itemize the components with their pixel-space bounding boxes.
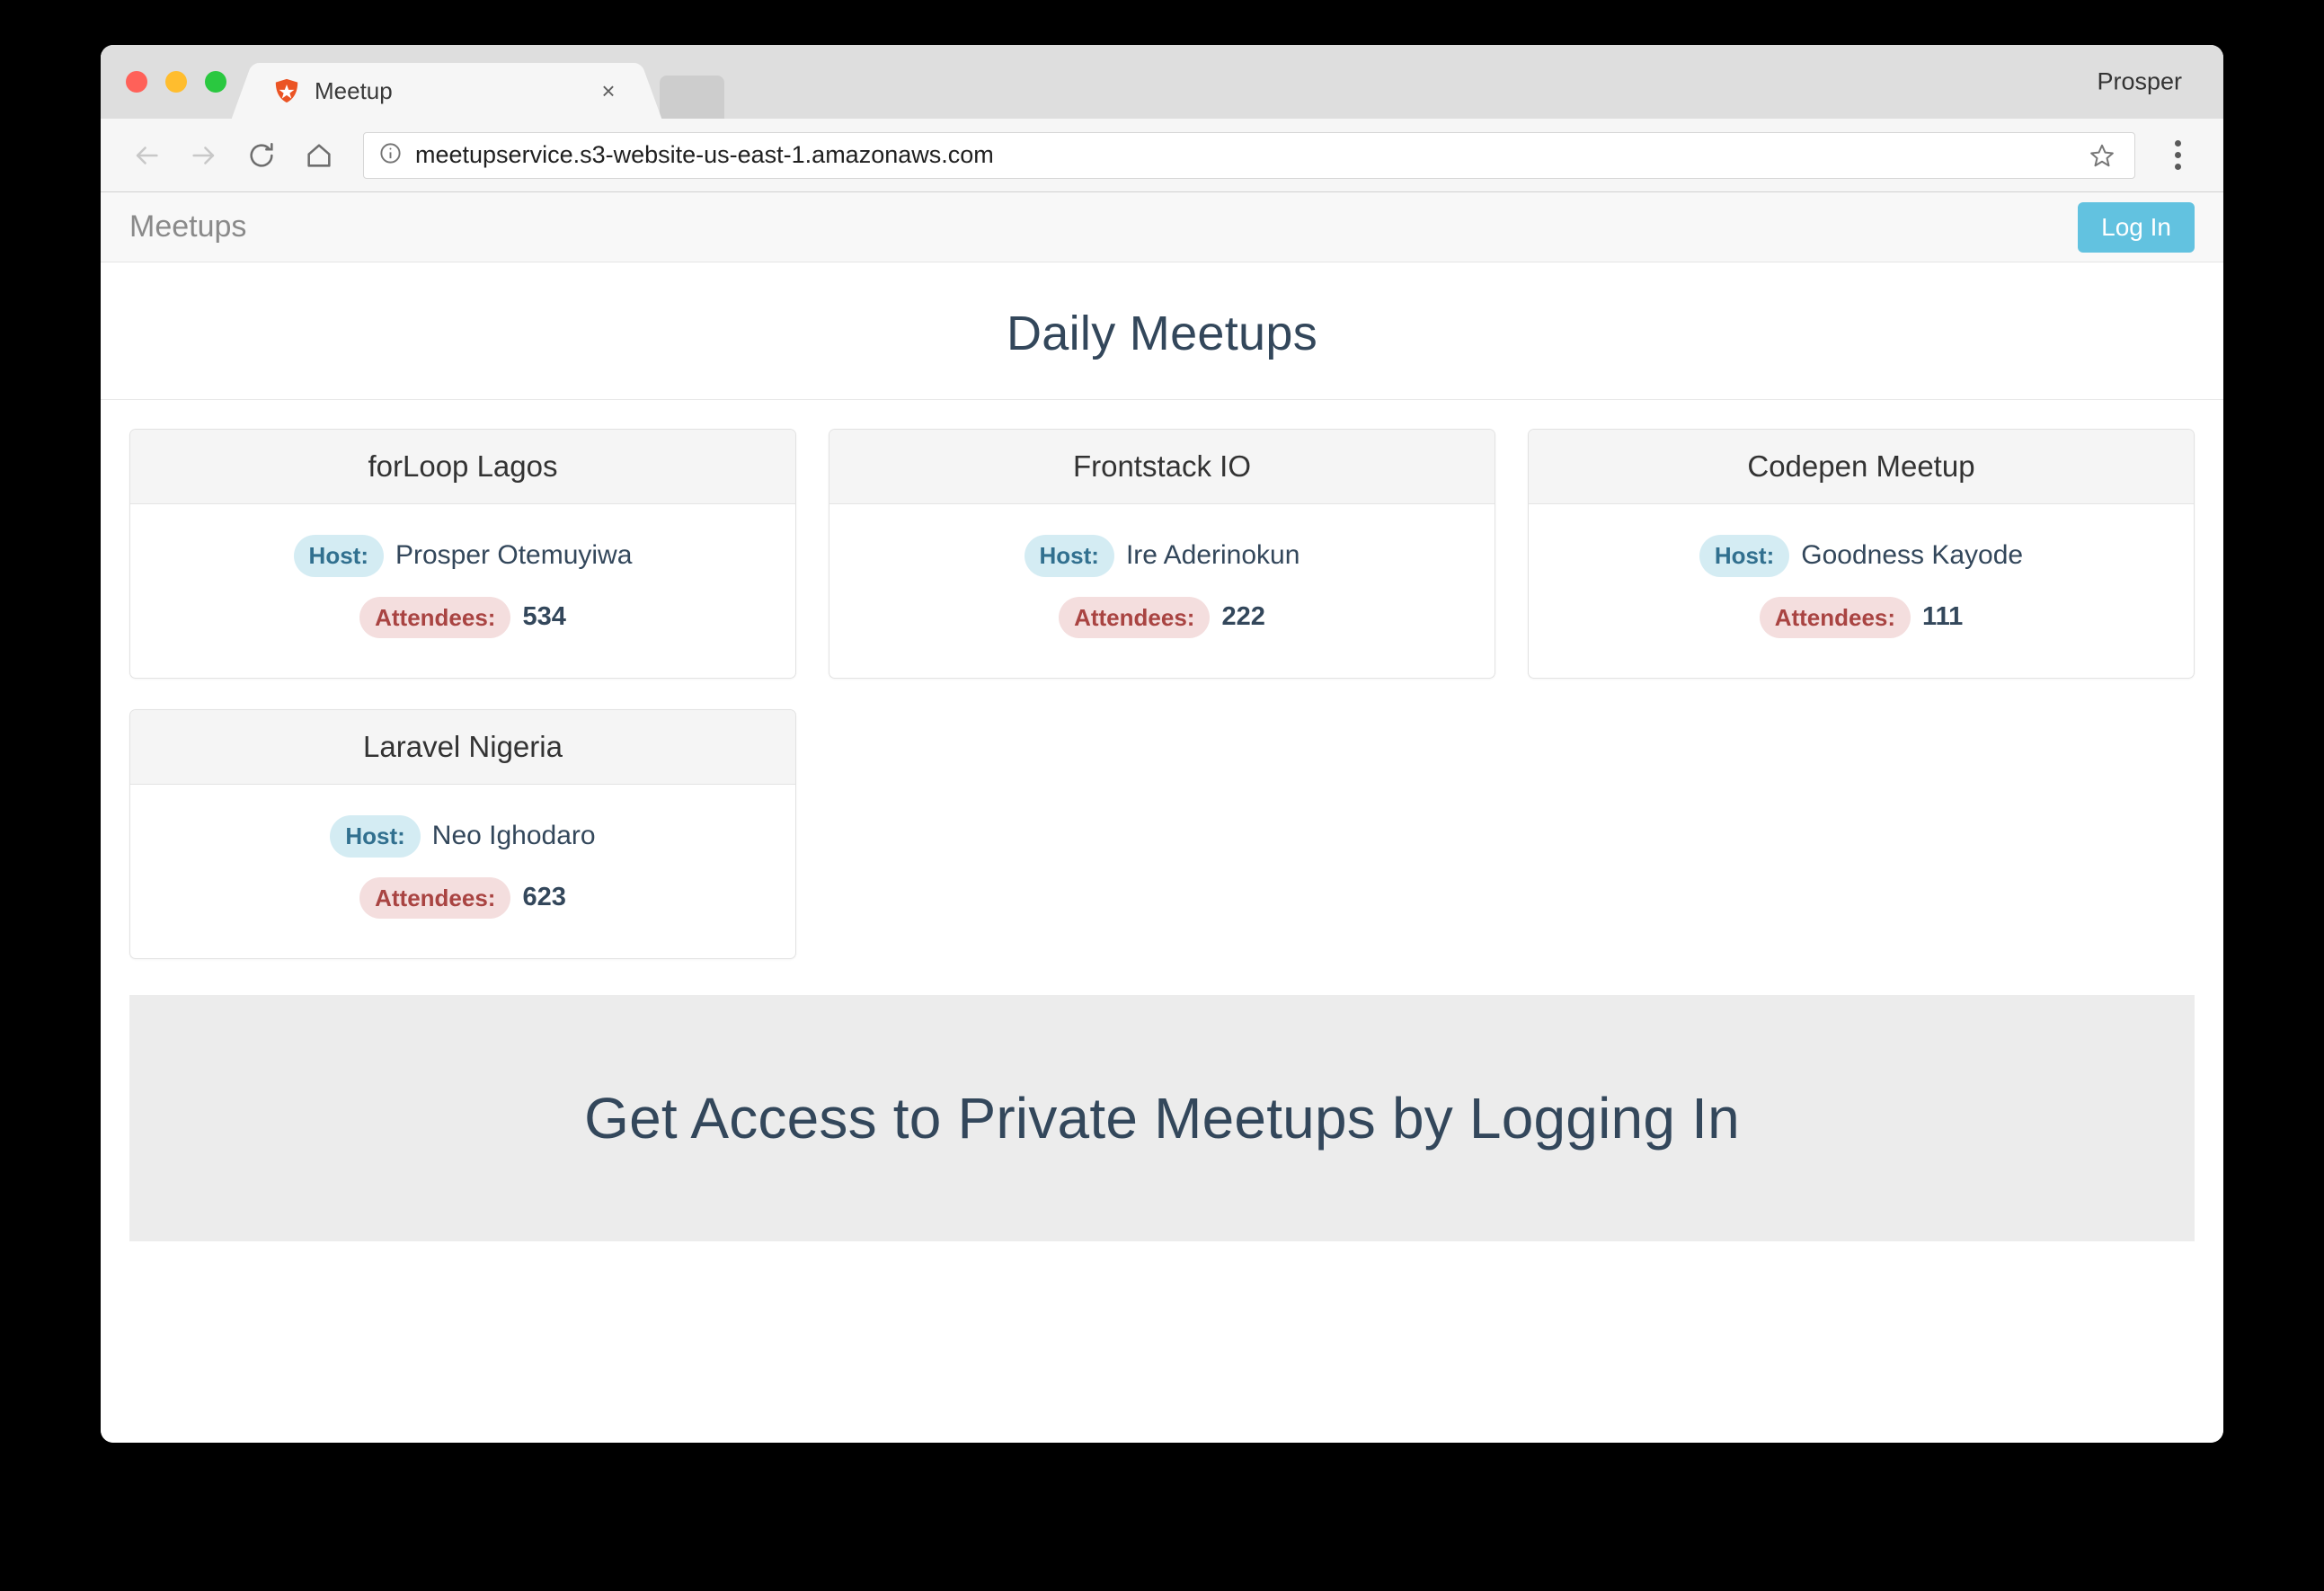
maximize-window-button[interactable] bbox=[205, 71, 226, 93]
meetup-card[interactable]: forLoop Lagos Host: Prosper Otemuyiwa At… bbox=[129, 429, 796, 679]
page-title-section: Daily Meetups bbox=[101, 262, 2223, 400]
attendees-label: Attendees: bbox=[1059, 596, 1211, 638]
attendees-count: 534 bbox=[522, 602, 566, 632]
meetup-card-body: Host: Ire Aderinokun Attendees: 222 bbox=[829, 504, 1495, 678]
attendees-label: Attendees: bbox=[359, 876, 511, 919]
jumbotron-banner: Get Access to Private Meetups by Logging… bbox=[129, 995, 2195, 1241]
new-tab-button[interactable] bbox=[660, 76, 724, 119]
attendees-row: Attendees: 111 bbox=[1545, 596, 2178, 638]
address-bar[interactable]: meetupservice.s3-website-us-east-1.amazo… bbox=[363, 131, 2135, 179]
host-row: Host: Goodness Kayode bbox=[1545, 535, 2178, 577]
host-name: Ire Aderinokun bbox=[1125, 540, 1300, 571]
brand-label[interactable]: Meetups bbox=[129, 209, 246, 244]
login-button[interactable]: Log In bbox=[2078, 201, 2195, 253]
app-navbar: Meetups Log In bbox=[101, 192, 2223, 262]
home-icon[interactable] bbox=[293, 129, 345, 182]
tab-title: Meetup bbox=[315, 76, 393, 104]
browser-window: Meetup × Prosper meetupservice.s3-websit… bbox=[101, 45, 2223, 1443]
info-icon[interactable] bbox=[378, 141, 403, 170]
attendees-row: Attendees: 534 bbox=[146, 596, 779, 638]
host-label: Host: bbox=[1024, 535, 1114, 577]
url-text: meetupservice.s3-website-us-east-1.amazo… bbox=[415, 141, 994, 168]
meetup-card-header: Frontstack IO bbox=[829, 430, 1495, 504]
meetup-name: forLoop Lagos bbox=[368, 449, 558, 483]
host-name: Goodness Kayode bbox=[1801, 540, 2024, 571]
host-label: Host: bbox=[293, 535, 384, 577]
browser-toolbar: meetupservice.s3-website-us-east-1.amazo… bbox=[101, 119, 2223, 192]
minimize-window-button[interactable] bbox=[165, 71, 187, 93]
host-name: Prosper Otemuyiwa bbox=[395, 540, 633, 571]
host-row: Host: Prosper Otemuyiwa bbox=[146, 535, 779, 577]
forward-arrow-icon[interactable] bbox=[178, 129, 230, 182]
attendees-row: Attendees: 222 bbox=[846, 596, 1478, 638]
three-dot-menu-icon[interactable] bbox=[2157, 129, 2198, 182]
meetup-card-body: Host: Goodness Kayode Attendees: 111 bbox=[1529, 504, 2194, 678]
host-label: Host: bbox=[330, 815, 421, 858]
meetup-name: Laravel Nigeria bbox=[363, 730, 563, 763]
host-label: Host: bbox=[1699, 535, 1790, 577]
meetup-card[interactable]: Frontstack IO Host: Ire Aderinokun Atten… bbox=[828, 429, 1495, 679]
meetup-card-wrapper: Frontstack IO Host: Ire Aderinokun Atten… bbox=[812, 429, 1512, 679]
close-icon[interactable]: × bbox=[593, 77, 624, 105]
meetup-card-header: forLoop Lagos bbox=[130, 430, 795, 504]
star-icon[interactable] bbox=[2084, 142, 2120, 169]
host-row: Host: Neo Ighodaro bbox=[146, 815, 779, 858]
meetup-card-header: Codepen Meetup bbox=[1528, 430, 2194, 504]
meetup-card-wrapper: Codepen Meetup Host: Goodness Kayode Att… bbox=[1512, 429, 2211, 679]
page-title: Daily Meetups bbox=[1006, 307, 1318, 360]
attendees-count: 111 bbox=[1922, 602, 1964, 632]
meetup-card-grid: forLoop Lagos Host: Prosper Otemuyiwa At… bbox=[113, 429, 2211, 990]
meetup-name: Codepen Meetup bbox=[1747, 449, 1975, 483]
profile-name[interactable]: Prosper bbox=[2097, 68, 2182, 96]
meetup-name: Frontstack IO bbox=[1072, 449, 1251, 483]
attendees-row: Attendees: 623 bbox=[146, 876, 779, 919]
auth0-shield-icon bbox=[273, 77, 300, 104]
browser-tab-meetup[interactable]: Meetup × bbox=[253, 63, 640, 119]
meetup-card[interactable]: Laravel Nigeria Host: Neo Ighodaro Atten… bbox=[129, 709, 796, 959]
meetup-card-wrapper: Laravel Nigeria Host: Neo Ighodaro Atten… bbox=[113, 709, 812, 959]
host-name: Neo Ighodaro bbox=[431, 821, 596, 851]
meetup-card-body: Host: Neo Ighodaro Attendees: 623 bbox=[130, 785, 795, 958]
tab-strip: Meetup × Prosper bbox=[101, 45, 2223, 119]
meetup-card[interactable]: Codepen Meetup Host: Goodness Kayode Att… bbox=[1527, 429, 2195, 679]
attendees-count: 623 bbox=[522, 883, 566, 912]
meetup-card-wrapper: forLoop Lagos Host: Prosper Otemuyiwa At… bbox=[113, 429, 812, 679]
attendees-label: Attendees: bbox=[1759, 596, 1912, 638]
reload-icon[interactable] bbox=[235, 129, 288, 182]
close-window-button[interactable] bbox=[126, 71, 147, 93]
window-controls bbox=[126, 71, 226, 93]
host-row: Host: Ire Aderinokun bbox=[846, 535, 1478, 577]
attendees-label: Attendees: bbox=[359, 596, 511, 638]
page-container: Daily Meetups forLoop Lagos Host: Prospe… bbox=[101, 262, 2223, 1241]
meetup-card-body: Host: Prosper Otemuyiwa Attendees: 534 bbox=[130, 504, 795, 678]
jumbotron-title: Get Access to Private Meetups by Logging… bbox=[584, 1086, 1740, 1151]
meetup-card-header: Laravel Nigeria bbox=[130, 710, 795, 785]
attendees-count: 222 bbox=[1221, 602, 1265, 632]
page-viewport: Meetups Log In Daily Meetups forLoop Lag… bbox=[101, 192, 2223, 1443]
back-arrow-icon[interactable] bbox=[120, 129, 173, 182]
